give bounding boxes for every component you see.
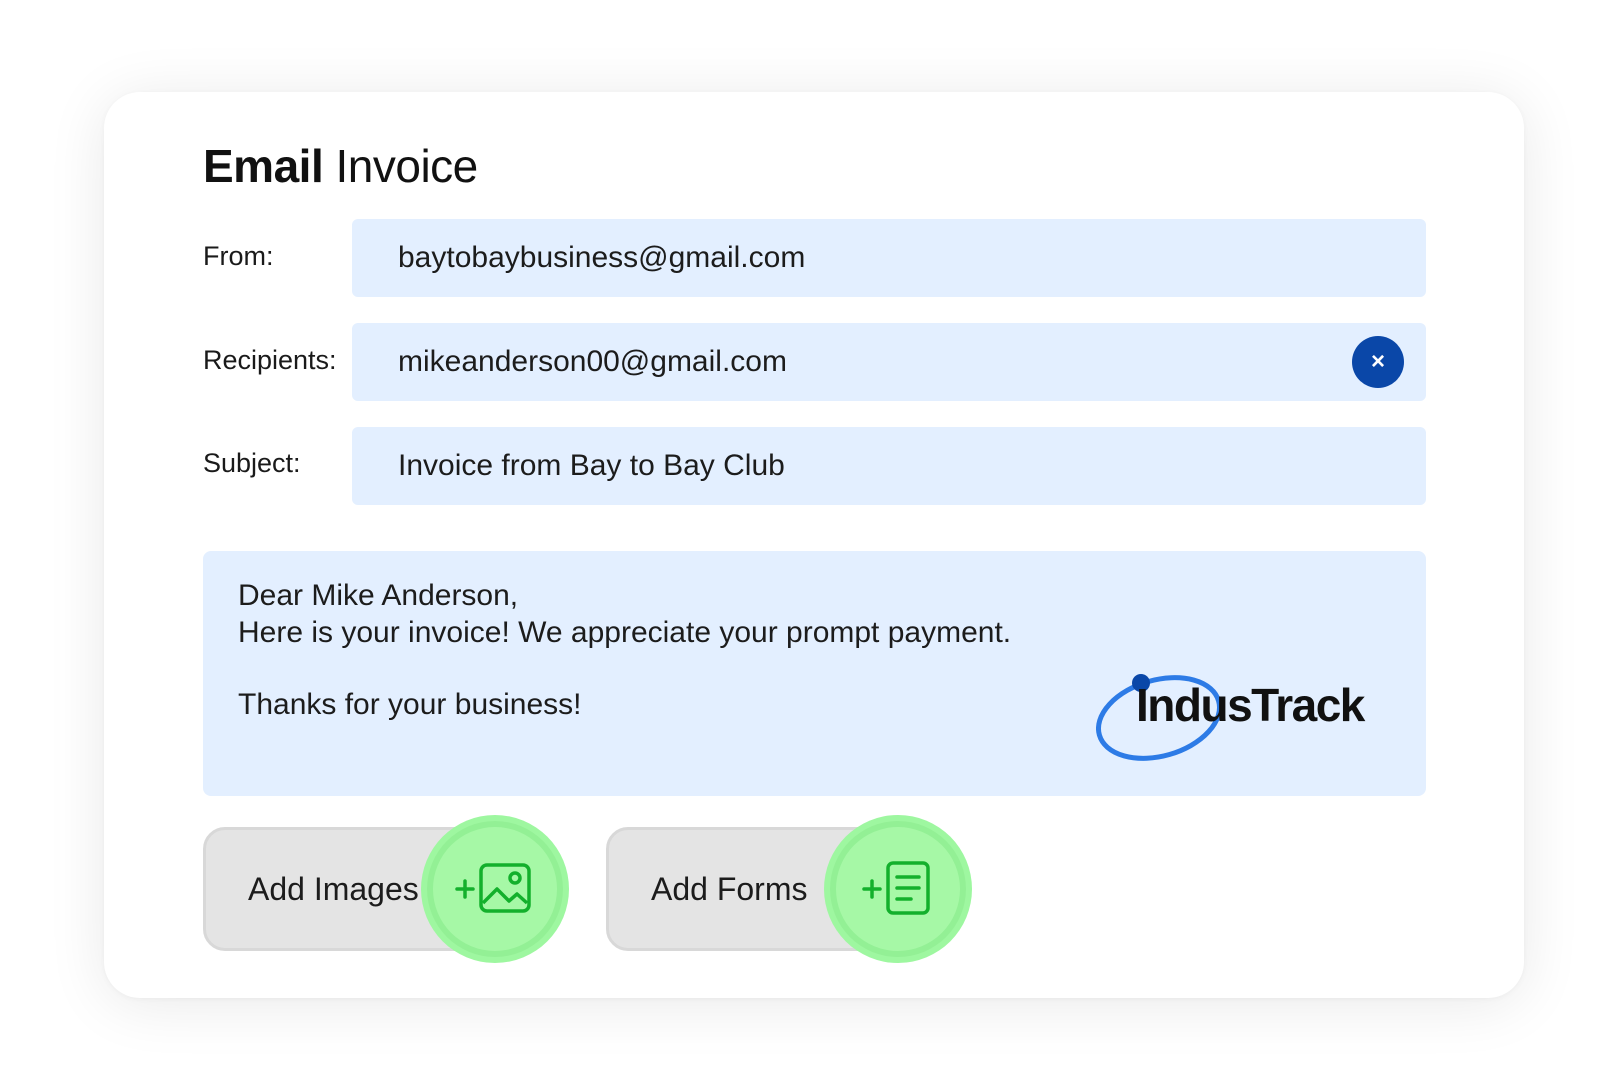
add-form-icon-circle[interactable] [824, 815, 972, 963]
email-invoice-card: Email Invoice From: baytobaybusiness@gma… [104, 92, 1524, 998]
message-body[interactable]: Dear Mike Anderson, Here is your invoice… [203, 551, 1426, 796]
add-forms-label: Add Forms [651, 870, 808, 907]
subject-label: Subject: [203, 448, 301, 478]
add-images-button[interactable]: Add Images [203, 815, 569, 963]
add-form-icon [862, 861, 930, 915]
title-regular: Invoice [335, 140, 479, 192]
message-text: Here is your invoice! We appreciate your… [238, 616, 1012, 649]
page-title: Email Invoice [203, 136, 478, 196]
clear-recipient-button[interactable]: × [1352, 336, 1404, 388]
message-greeting: Dear Mike Anderson, [238, 579, 519, 612]
logo-text: IndusTrack [1136, 679, 1365, 731]
add-images-label: Add Images [248, 870, 419, 907]
from-label: From: [203, 241, 274, 271]
subject-field[interactable]: Invoice from Bay to Bay Club [352, 427, 1426, 505]
recipients-field[interactable]: mikeanderson00@gmail.com × [352, 323, 1426, 401]
subject-value: Invoice from Bay to Bay Club [398, 449, 785, 482]
from-value: baytobaybusiness@gmail.com [398, 241, 806, 274]
close-icon: × [1370, 348, 1385, 375]
add-forms-button[interactable]: Add Forms [606, 815, 972, 963]
recipients-value: mikeanderson00@gmail.com [398, 345, 787, 378]
add-image-icon-circle[interactable] [421, 815, 569, 963]
industrack-logo: IndusTrack [1096, 673, 1396, 773]
title-bold: Email [203, 140, 324, 192]
from-field[interactable]: baytobaybusiness@gmail.com [352, 219, 1426, 297]
add-image-icon [455, 863, 531, 913]
recipients-label: Recipients: [203, 345, 337, 375]
